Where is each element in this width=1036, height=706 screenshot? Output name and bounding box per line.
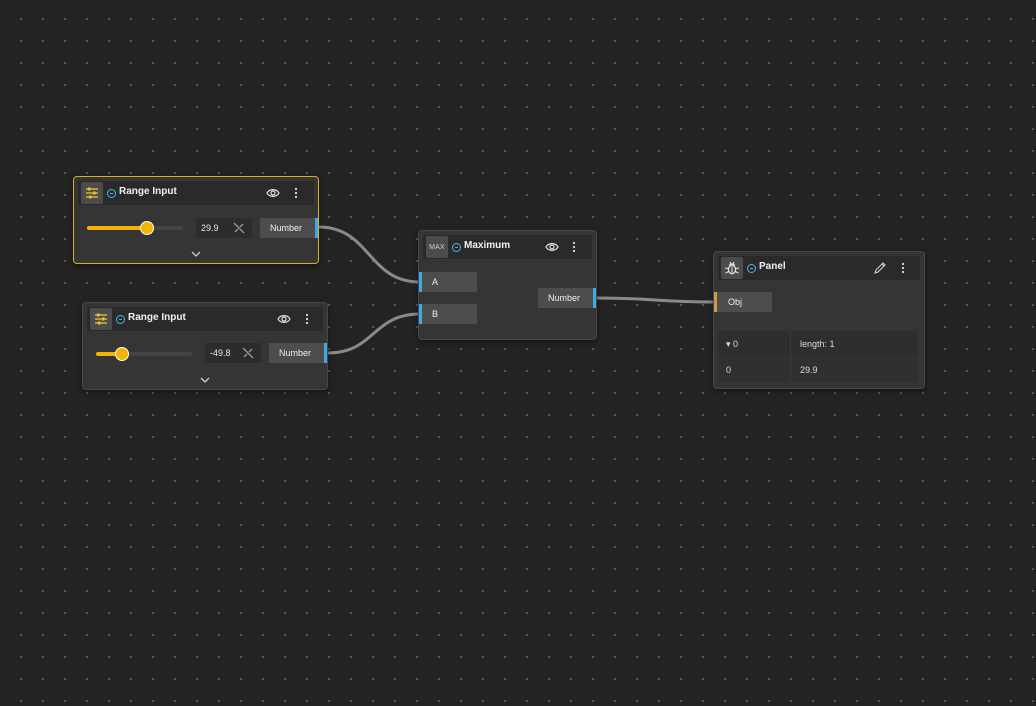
table-cell-value: 29.9 <box>800 365 818 375</box>
maximum-node[interactable]: MAX Maximum A B Number <box>418 230 597 340</box>
status-dot-icon <box>747 264 756 273</box>
port-label: Obj <box>728 297 743 307</box>
port-label: A <box>432 277 439 287</box>
range-input-node-2[interactable]: Range Input -49.8 Number <box>82 302 328 390</box>
node-title: Range Input <box>128 312 186 323</box>
range-slider[interactable] <box>96 347 192 361</box>
wire-max-to-panel[interactable] <box>595 296 716 304</box>
range-input-node-1[interactable]: Range Input 29.9 Number <box>73 176 319 264</box>
value-display[interactable]: -49.8 <box>205 343 261 363</box>
more-vertical-icon[interactable] <box>570 240 578 254</box>
table-row[interactable]: ▾ 0 length: 1 <box>718 331 918 356</box>
link-off-icon[interactable] <box>232 221 246 235</box>
output-port-number[interactable]: Number <box>260 218 318 238</box>
node-header[interactable]: Panel <box>718 256 920 280</box>
node-header[interactable]: Range Input <box>87 307 323 331</box>
table-row[interactable]: 0 29.9 <box>718 357 918 382</box>
status-dot-icon <box>452 243 461 252</box>
max-icon: MAX <box>426 236 448 258</box>
slider-thumb[interactable] <box>115 347 129 361</box>
eye-icon[interactable] <box>545 240 559 254</box>
pencil-icon[interactable] <box>873 261 887 275</box>
output-port-number[interactable]: Number <box>538 288 596 308</box>
table-cell-value: length: 1 <box>800 339 835 349</box>
eye-icon[interactable] <box>266 186 280 200</box>
slider-fill <box>87 226 147 230</box>
chevron-down-icon[interactable] <box>190 250 202 258</box>
wire-range1-to-max-a[interactable] <box>318 225 421 284</box>
range-slider[interactable] <box>87 221 183 235</box>
node-title: Maximum <box>464 240 511 251</box>
bug-icon <box>721 257 743 279</box>
more-vertical-icon[interactable] <box>292 186 300 200</box>
status-dot-icon <box>107 189 116 198</box>
panel-data-table: ▾ 0 length: 1 0 29.9 <box>718 331 920 383</box>
table-cell-key: ▾ 0 <box>718 331 791 356</box>
port-label: Number <box>279 348 312 358</box>
node-title: Panel <box>759 261 786 272</box>
link-off-icon[interactable] <box>241 346 255 360</box>
value-text: -49.8 <box>210 348 231 358</box>
table-cell-key: 0 <box>718 357 791 382</box>
eye-icon[interactable] <box>277 312 291 326</box>
more-vertical-icon[interactable] <box>899 261 907 275</box>
more-vertical-icon[interactable] <box>303 312 311 326</box>
port-label: Number <box>548 293 581 303</box>
slider-thumb[interactable] <box>140 221 154 235</box>
sliders-icon <box>90 308 112 330</box>
port-label: B <box>432 309 439 319</box>
sliders-icon <box>81 182 103 204</box>
status-dot-icon <box>116 315 125 324</box>
port-label: Number <box>270 223 303 233</box>
input-port-a[interactable]: A <box>419 272 477 292</box>
value-text: 29.9 <box>201 223 219 233</box>
max-icon-text: MAX <box>429 243 445 251</box>
value-display[interactable]: 29.9 <box>196 218 252 238</box>
node-header[interactable]: MAX Maximum <box>423 235 592 259</box>
output-port-number[interactable]: Number <box>269 343 327 363</box>
input-port-b[interactable]: B <box>419 304 477 324</box>
wire-range2-to-max-b[interactable] <box>327 312 421 355</box>
panel-node[interactable]: Panel Obj ▾ 0 length: 1 0 29.9 <box>713 251 925 389</box>
chevron-down-icon[interactable] <box>199 376 211 384</box>
input-port-obj[interactable]: Obj <box>714 292 772 312</box>
node-title: Range Input <box>119 186 177 197</box>
node-header[interactable]: Range Input <box>78 181 314 205</box>
